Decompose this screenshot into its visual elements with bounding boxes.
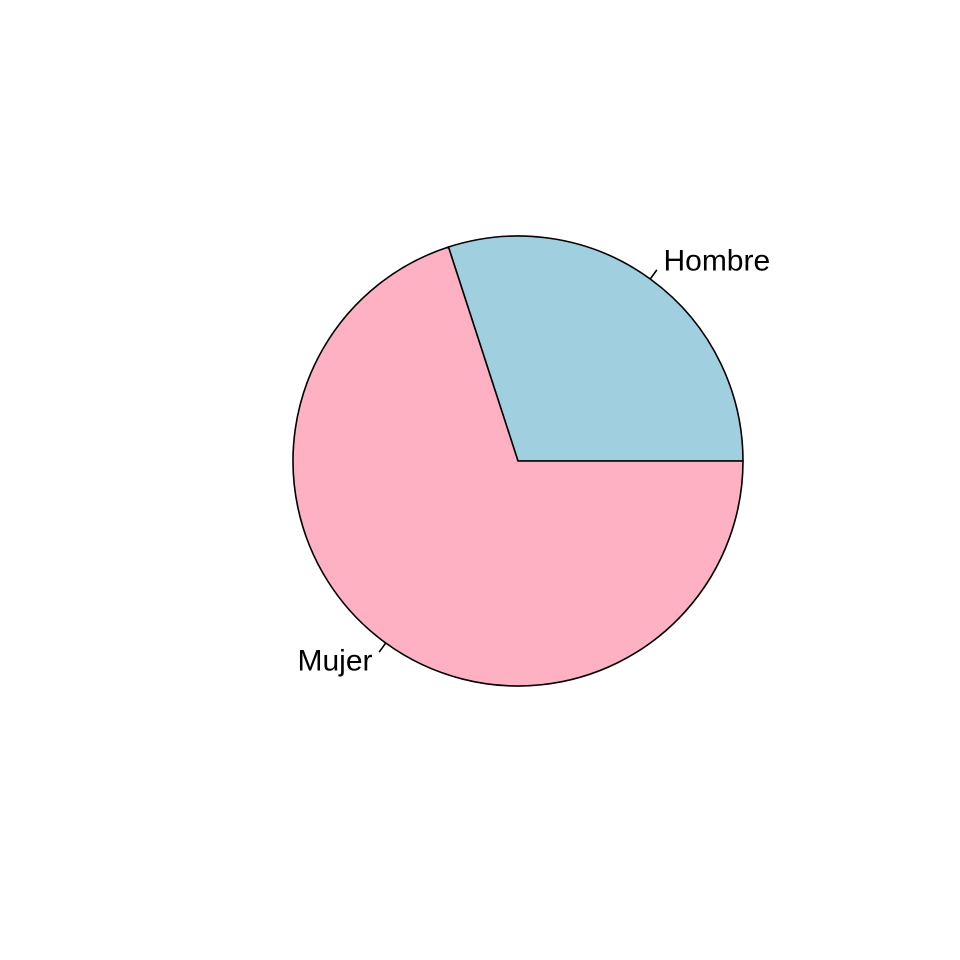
leader-line-mujer: [378, 642, 387, 653]
slice-label-hombre: Hombre: [663, 244, 770, 277]
leader-line-hombre: [649, 269, 658, 280]
slice-label-mujer: Mujer: [298, 645, 373, 678]
pie-chart: Hombre Mujer: [292, 235, 770, 687]
slices-layer: [292, 235, 744, 687]
